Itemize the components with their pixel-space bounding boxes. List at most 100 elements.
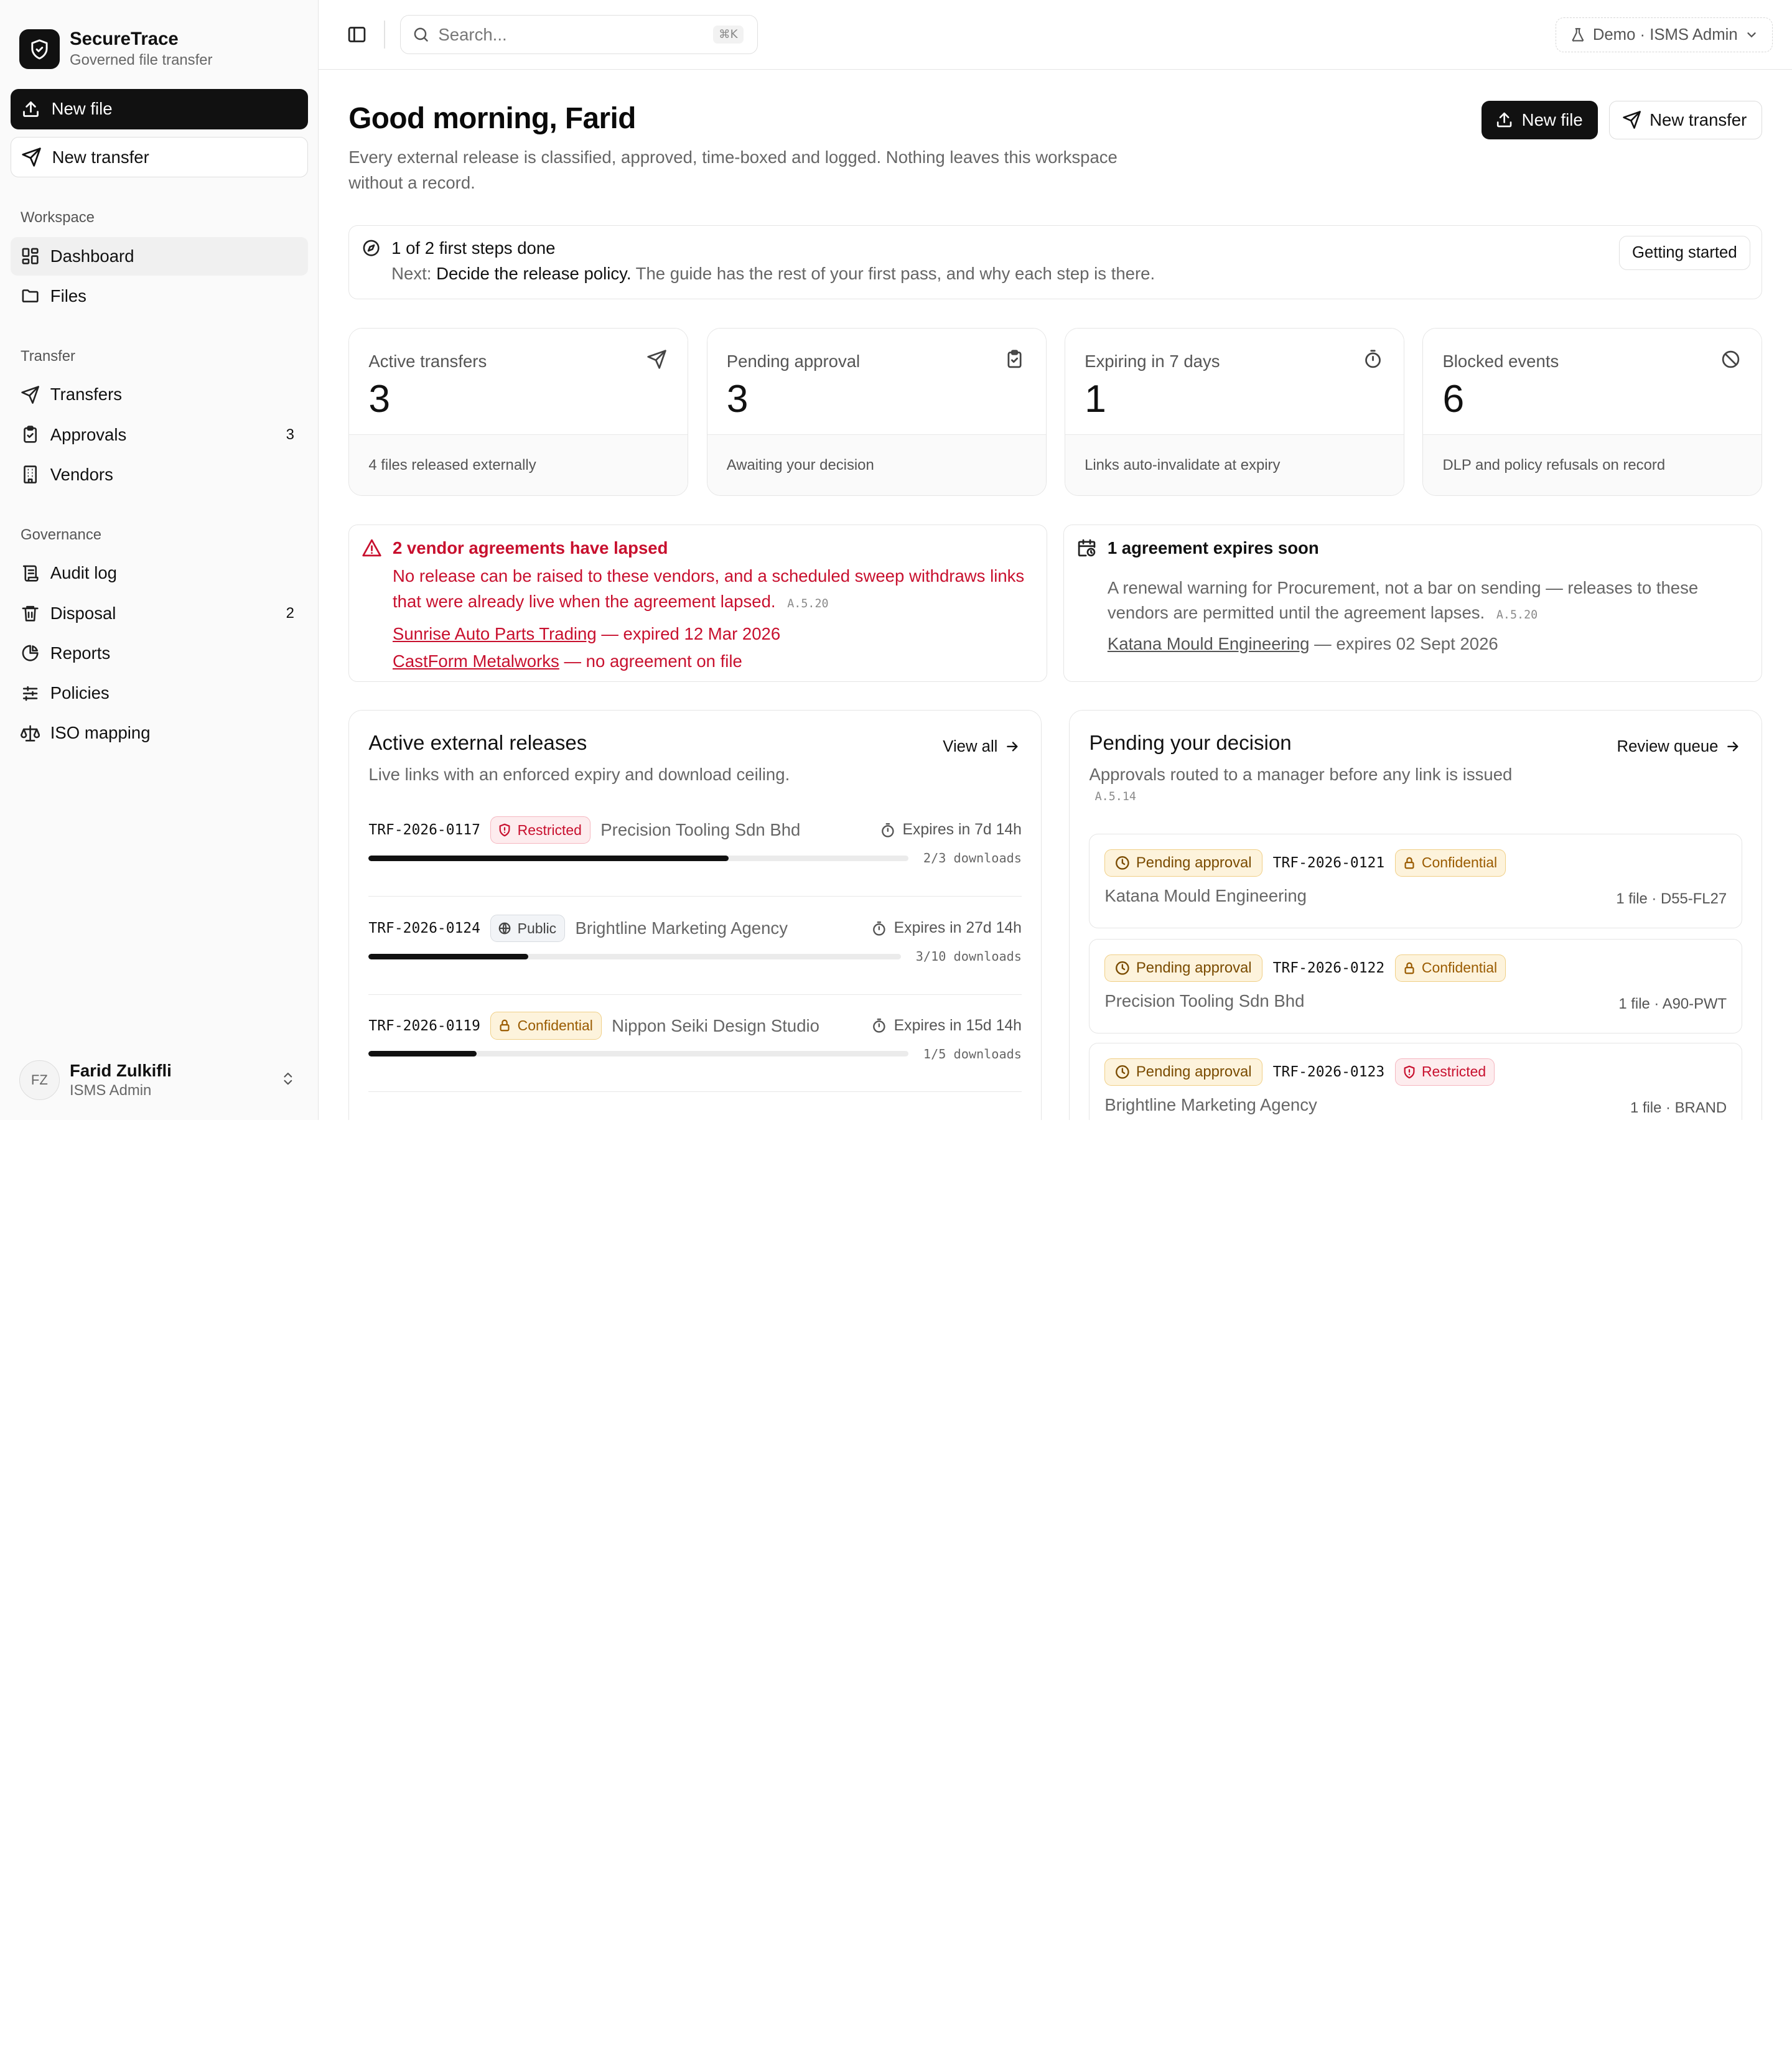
panel-title: Active external releases bbox=[368, 732, 587, 755]
download-progress-fill bbox=[368, 855, 729, 862]
panel-subtitle: Approvals routed to a manager before any… bbox=[1089, 765, 1513, 785]
vendor-status: — expired 12 Mar 2026 bbox=[601, 623, 781, 643]
sidebar-new-transfer-label: New transfer bbox=[52, 147, 149, 167]
sidebar-item-policies[interactable]: Policies bbox=[11, 674, 308, 712]
sidebar-item-iso-mapping[interactable]: ISO mapping bbox=[11, 714, 308, 752]
steps-next-prefix: Next: bbox=[391, 264, 432, 284]
stat-card-blocked-events[interactable]: Blocked events 6 DLP and policy refusals… bbox=[1422, 328, 1763, 497]
sidebar-item-disposal[interactable]: Disposal 2 bbox=[11, 594, 308, 632]
stat-card-pending-approval[interactable]: Pending approval 3 Awaiting your decisio… bbox=[706, 328, 1047, 497]
shield-alert-icon bbox=[1402, 1065, 1416, 1079]
stat-card-expiring[interactable]: Expiring in 7 days 1 Links auto-invalida… bbox=[1064, 328, 1404, 497]
sidebar-item-dashboard[interactable]: Dashboard bbox=[10, 236, 308, 276]
chevrons-up-down-icon bbox=[280, 1070, 296, 1088]
sidebar-new-file-label: New file bbox=[51, 99, 113, 119]
steps-next-suffix: The guide has the rest of your first pas… bbox=[635, 264, 1155, 284]
folder-icon bbox=[21, 286, 40, 306]
sidebar-item-vendors[interactable]: Vendors bbox=[11, 455, 308, 494]
stats-row: Active transfers 3 4 files released exte… bbox=[348, 328, 1763, 497]
user-menu[interactable]: FZ Farid Zulkifli ISMS Admin bbox=[0, 1040, 318, 1120]
download-progress-fill bbox=[368, 953, 529, 959]
sidebar-toggle-icon[interactable] bbox=[347, 24, 367, 45]
review-queue-link[interactable]: Review queue bbox=[1617, 738, 1742, 756]
timer-icon bbox=[871, 1018, 887, 1034]
send-icon bbox=[1622, 110, 1641, 129]
lapsed-agreements-alert: 2 vendor agreements have lapsed No relea… bbox=[348, 525, 1048, 683]
transfer-id: TRF-2026-0121 bbox=[1272, 854, 1385, 871]
page-intro: Every external release is classified, ap… bbox=[348, 147, 1118, 192]
send-icon bbox=[21, 147, 42, 167]
expiry-label: Expires in 27d 14h bbox=[894, 920, 1022, 937]
divider bbox=[384, 21, 385, 49]
view-all-link[interactable]: View all bbox=[943, 738, 1020, 756]
arrow-right-icon bbox=[1004, 739, 1020, 755]
release-row[interactable]: TRF-2026-0124 Public Brightline Marketin… bbox=[368, 897, 1022, 995]
pending-approval-card[interactable]: Pending approval TRF-2026-0123 Restricte… bbox=[1089, 1043, 1742, 1120]
arrow-right-icon bbox=[1725, 739, 1741, 755]
sidebar-item-label: Audit log bbox=[50, 563, 117, 583]
new-transfer-button[interactable]: New transfer bbox=[1608, 100, 1763, 140]
status-label: Pending approval bbox=[1136, 1063, 1252, 1080]
flask-icon bbox=[1570, 27, 1586, 43]
sidebar-item-reports[interactable]: Reports bbox=[11, 634, 308, 673]
sidebar-item-transfers[interactable]: Transfers bbox=[11, 375, 308, 414]
control-reference: A.5.20 bbox=[787, 597, 829, 610]
clipboard-check-icon bbox=[1004, 349, 1025, 370]
control-reference: A.5.14 bbox=[1094, 790, 1136, 803]
sidebar-item-label: Reports bbox=[50, 643, 111, 663]
release-row[interactable]: TRF-2026-0117 Restricted Precision Tooli… bbox=[368, 798, 1022, 897]
stat-value: 3 bbox=[726, 376, 749, 421]
sidebar-item-label: Dashboard bbox=[50, 246, 134, 266]
stat-label: Blocked events bbox=[1442, 351, 1559, 371]
search-box[interactable]: ⌘K bbox=[399, 15, 758, 54]
classification-label: Confidential bbox=[517, 1017, 593, 1033]
app-name: SecureTrace bbox=[70, 28, 179, 49]
expiry: Expires in 7d 14h bbox=[880, 821, 1022, 839]
expiry-label: Expires in 7d 14h bbox=[902, 821, 1022, 839]
stat-label: Active transfers bbox=[368, 351, 487, 371]
send-icon bbox=[646, 349, 667, 370]
control-reference: A.5.20 bbox=[1496, 609, 1538, 622]
getting-started-button[interactable]: Getting started bbox=[1618, 236, 1750, 271]
sidebar-new-transfer-button[interactable]: New transfer bbox=[10, 137, 308, 177]
pending-approval-card[interactable]: Pending approval TRF-2026-0122 Confident… bbox=[1089, 938, 1742, 1034]
approvals-count-badge: 3 bbox=[286, 426, 294, 443]
send-icon bbox=[21, 385, 40, 404]
search-input[interactable] bbox=[438, 24, 701, 45]
download-progress-fill bbox=[368, 1050, 477, 1057]
transfer-id: TRF-2026-0123 bbox=[1272, 1063, 1385, 1080]
pending-approval-card[interactable]: Pending approval TRF-2026-0121 Confident… bbox=[1089, 833, 1742, 929]
sidebar-item-label: Vendors bbox=[50, 464, 113, 484]
classification-badge: Restricted bbox=[1394, 1058, 1495, 1086]
classification-label: Restricted bbox=[1421, 1063, 1486, 1080]
panels-row: Active external releases Live links with… bbox=[348, 709, 1763, 1120]
sidebar-item-label: Approvals bbox=[50, 424, 127, 444]
transfer-id: TRF-2026-0117 bbox=[368, 822, 480, 839]
header-actions: New file New transfer bbox=[1482, 100, 1763, 140]
status-label: Pending approval bbox=[1136, 854, 1252, 871]
sidebar-item-label: Transfers bbox=[50, 385, 123, 404]
vendor-link[interactable]: Katana Mould Engineering bbox=[1108, 634, 1310, 653]
file-meta: 1 file · A90-PWT bbox=[1618, 995, 1727, 1012]
vendor-link[interactable]: CastForm Metalworks bbox=[393, 651, 559, 671]
sidebar-item-audit-log[interactable]: Audit log bbox=[11, 554, 308, 592]
sliders-icon bbox=[21, 684, 40, 703]
transfer-id: TRF-2026-0122 bbox=[1272, 959, 1385, 976]
sidebar-item-approvals[interactable]: Approvals 3 bbox=[11, 416, 308, 454]
environment-switcher[interactable]: Demo · ISMS Admin bbox=[1556, 17, 1773, 53]
new-file-button[interactable]: New file bbox=[1482, 100, 1598, 140]
app-tagline: Governed file transfer bbox=[70, 51, 213, 68]
file-meta: 1 file · D55-FL27 bbox=[1616, 890, 1727, 907]
main: ⌘K Demo · ISMS Admin Good morning, Farid… bbox=[319, 0, 1792, 1120]
release-row[interactable]: TRF-2026-0119 Confidential Nippon Seiki … bbox=[368, 994, 1022, 1093]
environment-label: Demo · ISMS Admin bbox=[1592, 26, 1738, 44]
classification-badge: Confidential bbox=[1394, 954, 1506, 982]
sidebar-new-file-button[interactable]: New file bbox=[10, 89, 308, 129]
pending-decision-panel: Pending your decision Approvals routed t… bbox=[1069, 709, 1763, 1120]
expiry: Expires in 15d 14h bbox=[871, 1017, 1022, 1035]
sidebar-item-files[interactable]: Files bbox=[11, 277, 308, 315]
vendor-link[interactable]: Sunrise Auto Parts Trading bbox=[393, 624, 597, 643]
sidebar-item-label: ISO mapping bbox=[50, 723, 151, 743]
stat-card-active-transfers[interactable]: Active transfers 3 4 files released exte… bbox=[348, 328, 689, 497]
classification-badge: Restricted bbox=[490, 816, 590, 844]
